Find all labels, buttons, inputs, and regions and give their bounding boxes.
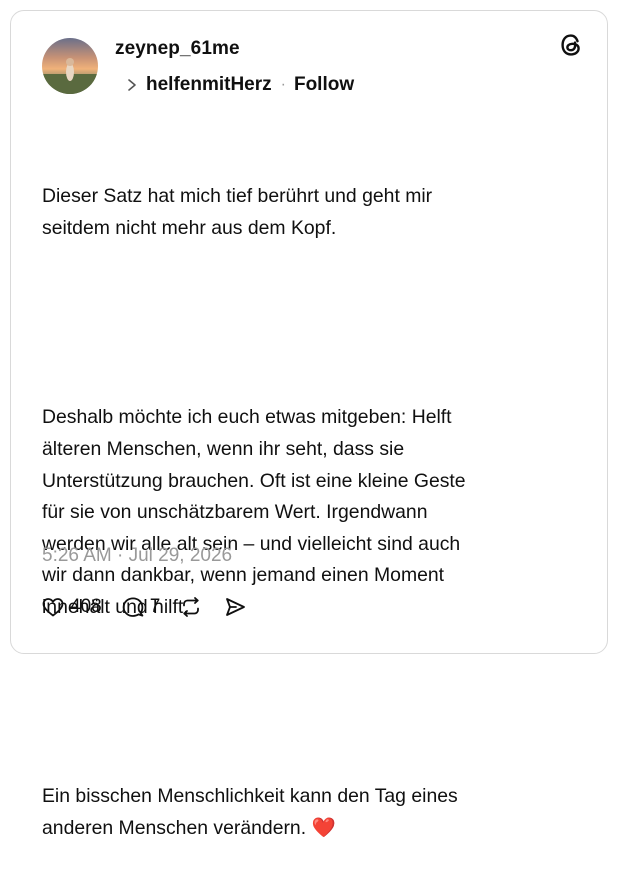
- send-icon: [226, 598, 246, 616]
- post-paragraph-3-text: Ein bisschen Menschlichkeit kann den Tag…: [42, 785, 458, 840]
- post-timestamp[interactable]: 5:26 AM · Jul 29, 2026: [42, 545, 232, 567]
- chevron-right-icon: [124, 75, 140, 95]
- avatar[interactable]: [42, 38, 98, 94]
- repost-button[interactable]: [178, 594, 204, 620]
- like-count: 408: [70, 596, 102, 617]
- repost-icon: [183, 597, 200, 617]
- post-paragraph-2: Deshalb möchte ich euch etwas mitgeben: …: [42, 406, 466, 618]
- like-button[interactable]: 408: [40, 594, 102, 620]
- heart-emoji: ❤️: [311, 817, 336, 840]
- username[interactable]: zeynep_61me: [115, 38, 240, 60]
- comment-bubble-icon: [122, 597, 144, 617]
- topic-tag[interactable]: helfenmitHerz: [146, 74, 272, 96]
- topic-row: helfenmitHerz · Follow: [124, 74, 354, 96]
- reply-button[interactable]: 7: [120, 594, 161, 620]
- action-bar: 408 7: [40, 594, 266, 620]
- heart-outline-icon: [42, 598, 64, 617]
- post-paragraph-3: Ein bisschen Menschlichkeit kann den Tag…: [42, 781, 562, 844]
- threads-logo-icon[interactable]: [556, 30, 586, 60]
- separator-dot: ·: [280, 76, 286, 93]
- post-body: Dieser Satz hat mich tief berührt und ge…: [42, 118, 562, 876]
- reply-count: 7: [149, 596, 161, 617]
- follow-button[interactable]: Follow: [294, 74, 354, 96]
- share-button[interactable]: [222, 594, 248, 620]
- post-paragraph-1: Dieser Satz hat mich tief berührt und ge…: [42, 185, 433, 239]
